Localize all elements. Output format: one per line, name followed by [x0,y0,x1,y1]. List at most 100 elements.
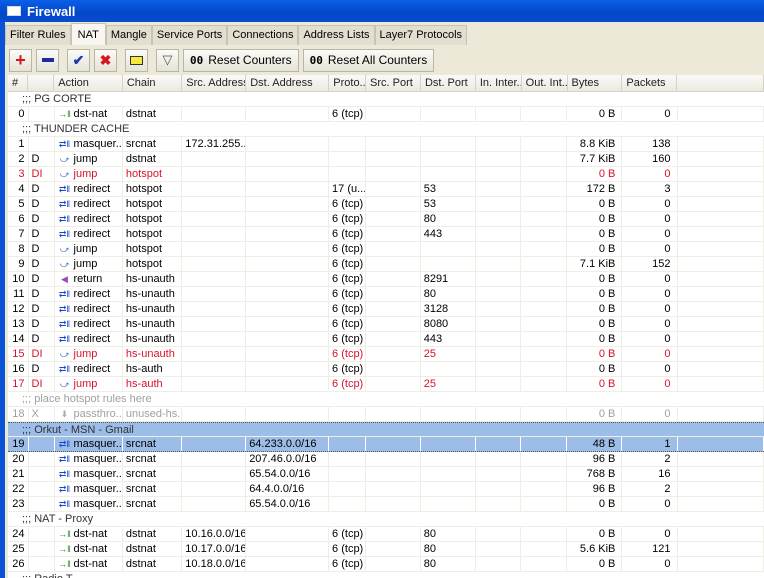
table-row[interactable]: 18 X ⬇ passthro... unused-hs... 0 B0 [8,407,764,422]
rule-action-label: redirect [73,333,111,345]
table-row[interactable]: 17 DI ⤻ jump hs-auth 6 (tcp) 25 0 B0 [8,377,764,392]
comment-row[interactable]: ;;; Radio T [8,572,764,578]
filter-button[interactable]: ▽ [156,48,179,72]
table-row[interactable]: 7 D ⇄‖ redirect hotspot 6 (tcp) 443 0 B0 [8,227,764,242]
rule-packets: 160 [622,152,678,166]
rule-chain: srcnat [123,482,183,496]
rule-action-label: dst-nat [73,528,108,540]
table-row[interactable]: 26 →‖ dst-nat dstnat 10.18.0.0/16 6 (tcp) 80 0 … [8,557,764,572]
table-row[interactable]: 12 D ⇄‖ redirect hs-unauth 6 (tcp) 3128 0 B0 [8,302,764,317]
comment-row[interactable]: ;;; Orkut - MSN - Gmail [8,422,764,437]
col-dst-address[interactable]: Dst. Address [246,75,330,91]
col-out-interface[interactable]: Out. Int... [522,75,568,91]
reset-counters-button[interactable]: 00 Reset Counters [183,48,299,72]
table-row[interactable]: 4 D ⇄‖ redirect hotspot 17 (u... 53 172 B3 [8,182,764,197]
rule-src-port [366,467,421,481]
table-row[interactable]: 15 DI ⤻ jump hs-unauth 6 (tcp) 25 0 B0 [8,347,764,362]
row-filler [678,557,764,571]
rule-dst-address [246,377,330,391]
table-row[interactable]: 9 D ⤻ jump hotspot 6 (tcp) 7.1 KiB 152 [8,257,764,272]
col-in-interface[interactable]: In. Inter... [476,75,522,91]
rule-comment: ;;; NAT - Proxy [22,513,94,525]
col-chain[interactable]: Chain [123,75,183,91]
table-row[interactable]: 3 DI ⤻ jump hotspot 0 B0 [8,167,764,182]
row-filler [678,482,764,496]
row-filler [678,542,764,556]
disable-button[interactable]: ✖ [94,48,117,72]
table-row[interactable]: 10 D ◀ return hs-unauth 6 (tcp) 8291 0 B0 [8,272,764,287]
rule-out-interface [521,482,568,496]
table-row[interactable]: 1 ⇄‖ masquer... srcnat 172.31.255... 8.8 KiB 1… [8,137,764,152]
rule-action-label: passthro... [73,408,123,420]
table-row[interactable]: 25 →‖ dst-nat dstnat 10.17.0.0/16 6 (tcp) 80 5.… [8,542,764,557]
rule-chain: hs-unauth [123,302,183,316]
rule-packets: 0 [622,272,678,286]
table-row[interactable]: 16 D ⇄‖ redirect hs-auth 6 (tcp) 0 B0 [8,362,764,377]
row-filler [678,257,764,271]
rule-dst-port [421,167,476,181]
table-row[interactable]: 2 D ⤻ jump dstnat 7.7 KiB 160 [8,152,764,167]
table-row[interactable]: 14 D ⇄‖ redirect hs-unauth 6 (tcp) 443 0 B0 [8,332,764,347]
table-row[interactable]: 19 ⇄‖ masquer... srcnat 64.233.0.0/16 48 B1 [8,437,764,452]
col-protocol[interactable]: Proto... [329,75,367,91]
row-filler [678,437,764,451]
tab-address-lists[interactable]: Address Lists [298,25,375,45]
table-row[interactable]: 6 D ⇄‖ redirect hotspot 6 (tcp) 80 0 B0 [8,212,764,227]
rule-dst-port: 53 [421,182,476,196]
table-row[interactable]: 20 ⇄‖ masquer... srcnat 207.46.0.0/16 96 B2 [8,452,764,467]
tab-service-ports[interactable]: Service Ports [151,25,228,45]
rule-number: 14 [8,332,29,346]
rule-flags [29,542,55,556]
rule-in-interface [476,242,522,256]
col-number[interactable]: # [8,75,29,91]
rule-bytes: 0 B [567,287,623,301]
rule-protocol: 6 (tcp) [329,302,366,316]
comment-row[interactable]: ;;; place hotspot rules here [8,392,764,407]
table-row[interactable]: 23 ⇄‖ masquer... srcnat 65.54.0.0/16 0 B0 [8,497,764,512]
col-src-port[interactable]: Src. Port [366,75,421,91]
comment-row[interactable]: ;;; PG CORTE [8,92,764,107]
tab-mangle[interactable]: Mangle [105,25,152,45]
comment-row[interactable]: ;;; NAT - Proxy [8,512,764,527]
remove-button[interactable] [36,48,59,72]
table-row[interactable]: 24 →‖ dst-nat dstnat 10.16.0.0/16 6 (tcp) 80 0 … [8,527,764,542]
row-filler [678,317,764,331]
title-bar[interactable]: Firewall [0,0,764,22]
table-row[interactable]: 8 D ⤻ jump hotspot 6 (tcp) 0 B0 [8,242,764,257]
col-src-address[interactable]: Src. Address [182,75,247,91]
rule-bytes: 8.8 KiB [567,137,623,151]
rule-protocol: 6 (tcp) [329,542,366,556]
col-filler [677,75,764,91]
row-filler [678,167,764,181]
table-row[interactable]: 13 D ⇄‖ redirect hs-unauth 6 (tcp) 8080 0 B0 [8,317,764,332]
tab-nat[interactable]: NAT [70,23,106,45]
col-bytes[interactable]: Bytes [568,75,623,91]
jump-icon: ⤻ [59,379,70,389]
comment-row[interactable]: ;;; THUNDER CACHE [8,122,764,137]
col-packets[interactable]: Packets [622,75,678,91]
add-button[interactable]: + [9,48,32,72]
table-row[interactable]: 5 D ⇄‖ redirect hotspot 6 (tcp) 53 0 B0 [8,197,764,212]
rule-dst-port [421,407,476,421]
comment-button[interactable] [125,48,148,72]
table-row[interactable]: 0 →‖ dst-nat dstnat 6 (tcp) 0 B0 [8,107,764,122]
tab-layer7-protocols[interactable]: Layer7 Protocols [374,25,468,45]
rule-bytes: 0 B [567,167,623,181]
rule-src-port [366,302,421,316]
col-dst-port[interactable]: Dst. Port [421,75,476,91]
tab-connections[interactable]: Connections [227,25,299,45]
table-row[interactable]: 11 D ⇄‖ redirect hs-unauth 6 (tcp) 80 0 B0 [8,287,764,302]
enable-button[interactable]: ✔ [67,48,90,72]
tab-filter-rules[interactable]: Filter Rules [5,25,71,45]
rule-dst-port: 80 [421,542,476,556]
row-filler [678,527,764,541]
table-row[interactable]: 21 ⇄‖ masquer... srcnat 65.54.0.0/16 768 B 16 [8,467,764,482]
table-row[interactable]: 22 ⇄‖ masquer... srcnat 64.4.0.0/16 96 B2 [8,482,764,497]
rule-out-interface [521,212,568,226]
col-flags[interactable] [28,75,55,91]
col-action[interactable]: Action [54,75,123,91]
reset-all-counters-button[interactable]: 00 Reset All Counters [302,48,435,72]
rule-flags: DI [29,377,55,391]
rule-protocol: 6 (tcp) [329,377,366,391]
rule-out-interface [521,152,568,166]
